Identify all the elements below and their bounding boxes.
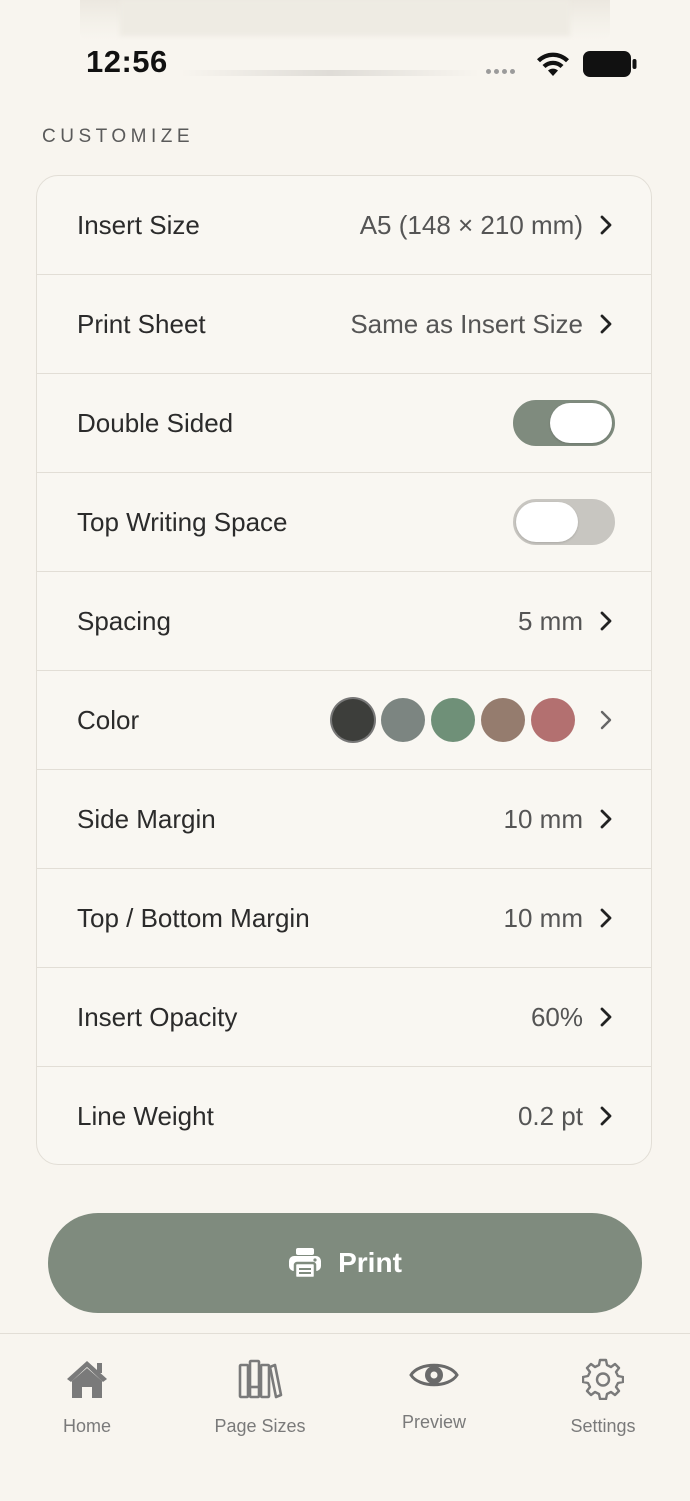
wifi-icon [537,52,569,76]
tab-page-sizes[interactable]: Page Sizes [190,1356,330,1437]
row-label: Top Writing Space [77,507,288,537]
color-swatch[interactable] [431,698,475,742]
tab-label: Page Sizes [214,1416,306,1436]
tab-bar: Home Page Sizes Preview Settings [0,1333,690,1501]
home-grabber [180,70,480,76]
tab-label: Home [62,1416,111,1436]
status-time: 12:56 [86,44,168,79]
chevron-right-icon [600,710,612,730]
row-label: Insert Size [77,210,200,240]
printer-icon [289,1248,322,1279]
settings-card: Insert Size A5 (148 × 210 mm) Print Shee… [36,175,652,1165]
chevron-right-icon [600,908,612,928]
row-label: Side Margin [77,804,216,834]
row-value: 5 mm [518,606,583,636]
row-value: 0.2 pt [517,1101,583,1131]
toggle-knob [516,502,578,542]
row-label: Double Sided [77,408,234,438]
row-label: Print Sheet [77,309,206,339]
row-label: Top / Bottom Margin [77,903,310,933]
row-value: 10 mm [503,903,583,933]
print-button[interactable]: Print [48,1213,642,1313]
row-label: Insert Opacity [77,1002,238,1032]
row-label: Color [77,705,140,735]
battery-icon [583,51,637,77]
row-value: 10 mm [503,804,583,834]
tab-label: Settings [570,1416,636,1436]
row-line-weight[interactable]: Line Weight 0.2 pt [37,1067,651,1164]
eye-icon [364,1352,504,1398]
row-label: Spacing [77,606,171,636]
status-bar: 12:56 [0,40,690,88]
row-insert-size[interactable]: Insert Size A5 (148 × 210 mm) [37,176,651,275]
chevron-right-icon [600,809,612,829]
double-sided-toggle[interactable] [513,400,615,446]
chevron-right-icon [600,1106,612,1126]
color-swatch[interactable] [531,698,575,742]
books-icon [190,1356,330,1402]
row-insert-opacity[interactable]: Insert Opacity 60% [37,968,651,1067]
row-value: A5 (148 × 210 mm) [359,210,583,240]
gear-icon [533,1356,673,1402]
chevron-right-icon [600,215,612,235]
tab-settings[interactable]: Settings [533,1356,673,1437]
row-side-margin[interactable]: Side Margin 10 mm [37,770,651,869]
color-swatch[interactable] [381,698,425,742]
row-print-sheet[interactable]: Print Sheet Same as Insert Size [37,275,651,374]
toggle-knob [550,403,612,443]
color-swatch[interactable] [481,698,525,742]
print-button-label: Print [338,1247,402,1278]
row-top-writing-space: Top Writing Space [37,473,651,572]
background-content-blur [80,0,610,40]
section-title: CUSTOMIZE [42,126,195,147]
tab-preview[interactable]: Preview [364,1352,504,1433]
tab-label: Preview [401,1412,467,1432]
row-color[interactable]: Color [37,671,651,770]
top-writing-space-toggle[interactable] [513,499,615,545]
row-top-bottom-margin[interactable]: Top / Bottom Margin 10 mm [37,869,651,968]
chevron-right-icon [600,611,612,631]
row-label: Line Weight [77,1101,214,1131]
home-icon [17,1356,157,1402]
chevron-right-icon [600,314,612,334]
tab-home[interactable]: Home [17,1356,157,1437]
row-spacing[interactable]: Spacing 5 mm [37,572,651,671]
color-swatch[interactable] [332,699,374,741]
color-swatches [331,698,575,742]
signal-dots-icon [486,69,515,74]
row-double-sided: Double Sided [37,374,651,473]
chevron-right-icon [600,1007,612,1027]
row-value: 60% [530,1002,583,1032]
row-value: Same as Insert Size [350,309,583,339]
